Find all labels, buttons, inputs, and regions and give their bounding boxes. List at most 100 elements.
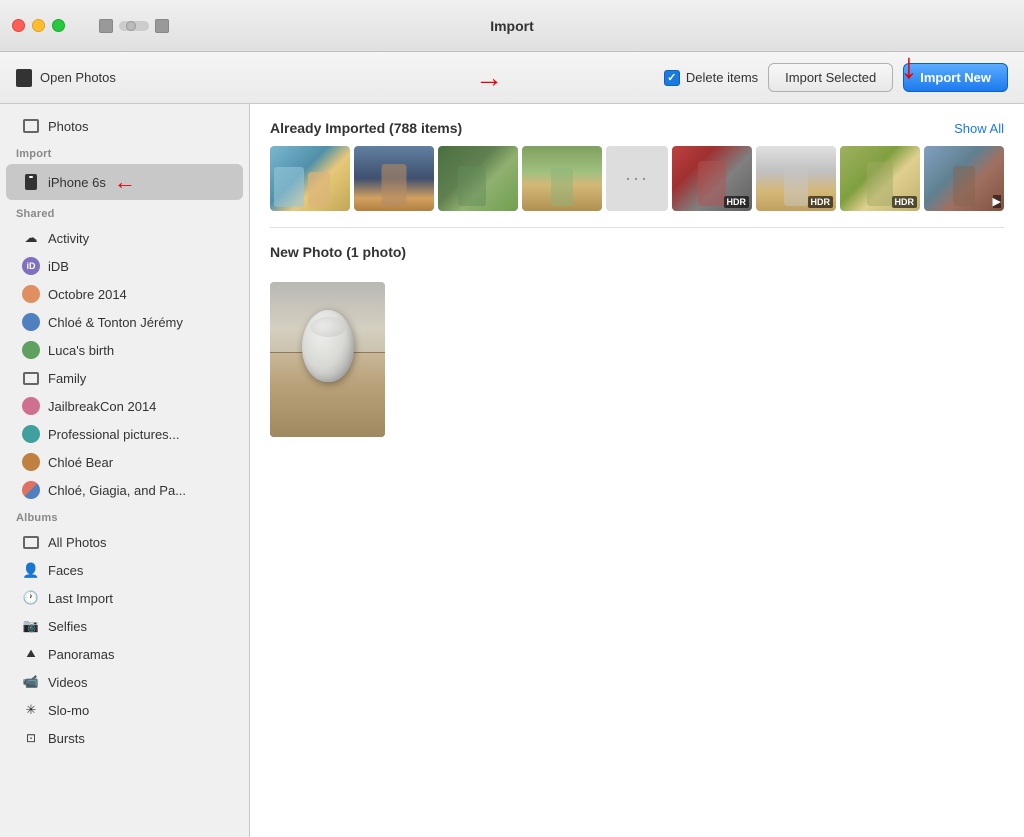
sidebar-item-chloe-bear[interactable]: Chloé Bear bbox=[6, 448, 243, 476]
sidebar-item-selfies[interactable]: 📷 Selfies bbox=[6, 612, 243, 640]
sidebar-item-jailbreakcon[interactable]: JailbreakCon 2014 bbox=[6, 392, 243, 420]
ellipsis-icon: ··· bbox=[625, 168, 649, 189]
sidebar-idb-label: iDB bbox=[48, 259, 69, 274]
content-area: Already Imported (788 items) Show All ··… bbox=[250, 104, 1024, 837]
sidebar-jailbreakcon-label: JailbreakCon 2014 bbox=[48, 399, 156, 414]
iphone-left-arrow-annotation: ← bbox=[114, 169, 136, 195]
new-photo-title: New Photo (1 photo) bbox=[270, 244, 406, 260]
sidebar-faces-label: Faces bbox=[48, 563, 83, 578]
sidebar-item-last-import[interactable]: 🕐 Last Import bbox=[6, 584, 243, 612]
professional-avatar bbox=[22, 425, 40, 443]
new-photo-thumb[interactable] bbox=[270, 282, 385, 437]
sidebar-item-all-photos[interactable]: All Photos bbox=[6, 528, 243, 556]
import-new-button[interactable]: Import New bbox=[903, 63, 1008, 92]
iphone-icon bbox=[22, 173, 40, 191]
photo-thumb-ellipsis: ··· bbox=[606, 146, 668, 211]
shared-section-label: Shared bbox=[0, 200, 249, 224]
videos-icon: 📹 bbox=[22, 673, 40, 691]
zoom-slider[interactable] bbox=[119, 21, 149, 31]
import-section-label: Import bbox=[0, 140, 249, 164]
sidebar-all-photos-label: All Photos bbox=[48, 535, 107, 550]
sidebar-item-activity[interactable]: ☁ Activity bbox=[6, 224, 243, 252]
maximize-button[interactable] bbox=[52, 19, 65, 32]
delete-items-container: Delete items bbox=[664, 70, 758, 86]
sidebar-item-bursts[interactable]: ⊡ Bursts bbox=[6, 724, 243, 752]
already-imported-header: Already Imported (788 items) Show All bbox=[250, 104, 1024, 146]
toolbar-left: Open Photos bbox=[16, 69, 116, 87]
bursts-icon: ⊡ bbox=[22, 729, 40, 747]
last-import-icon: 🕐 bbox=[22, 589, 40, 607]
sidebar-item-chloe-tonton[interactable]: Chloé & Tonton Jérémy bbox=[6, 308, 243, 336]
lucas-birth-avatar bbox=[22, 341, 40, 359]
sidebar-item-professional[interactable]: Professional pictures... bbox=[6, 420, 243, 448]
delete-items-label: Delete items bbox=[686, 70, 758, 85]
sidebar-toggle-icon[interactable] bbox=[99, 19, 113, 33]
sidebar-item-photos[interactable]: Photos bbox=[6, 112, 243, 140]
sidebar-bursts-label: Bursts bbox=[48, 731, 85, 746]
photo-thumb-5[interactable]: HDR bbox=[672, 146, 752, 211]
sidebar-activity-label: Activity bbox=[48, 231, 89, 246]
import-selected-button[interactable]: Import Selected bbox=[768, 63, 893, 92]
hdr-badge-7: HDR bbox=[892, 196, 918, 208]
sidebar-photos-label: Photos bbox=[48, 119, 88, 134]
sidebar-last-import-label: Last Import bbox=[48, 591, 113, 606]
delete-items-arrow-annotation: → bbox=[475, 62, 503, 94]
faces-icon: 👤 bbox=[22, 561, 40, 579]
photos-icon bbox=[22, 117, 40, 135]
sidebar-item-family[interactable]: Family bbox=[6, 364, 243, 392]
open-photos-label: Open Photos bbox=[40, 70, 116, 85]
sidebar-item-idb[interactable]: iD iDB bbox=[6, 252, 243, 280]
photo-thumb-4[interactable] bbox=[522, 146, 602, 211]
sidebar-iphone-label: iPhone 6s bbox=[48, 175, 106, 190]
toolbar-right: Delete items Import Selected Import New bbox=[664, 63, 1008, 92]
sidebar-panoramas-label: Panoramas bbox=[48, 647, 114, 662]
sidebar-item-lucas-birth[interactable]: Luca's birth bbox=[6, 336, 243, 364]
grid-view-icon[interactable] bbox=[155, 19, 169, 33]
sidebar-lucas-birth-label: Luca's birth bbox=[48, 343, 114, 358]
delete-items-checkbox[interactable] bbox=[664, 70, 680, 86]
photo-thumb-8[interactable]: ▶ bbox=[924, 146, 1004, 211]
cloud-icon: ☁ bbox=[22, 229, 40, 247]
photo-thumb-3[interactable] bbox=[438, 146, 518, 211]
zoom-controls bbox=[119, 21, 149, 31]
chloe-bear-avatar bbox=[22, 453, 40, 471]
slomo-icon: ✳ bbox=[22, 701, 40, 719]
photo-thumb-2[interactable] bbox=[354, 146, 434, 211]
chloe-tonton-avatar bbox=[22, 313, 40, 331]
traffic-lights bbox=[12, 19, 65, 32]
panoramas-icon: ⛰ bbox=[22, 645, 40, 663]
chloe-giagia-avatar bbox=[22, 481, 40, 499]
sidebar-family-label: Family bbox=[48, 371, 86, 386]
new-photo-section: New Photo (1 photo) bbox=[250, 228, 1024, 437]
sidebar-selfies-label: Selfies bbox=[48, 619, 87, 634]
selfies-icon: 📷 bbox=[22, 617, 40, 635]
jailbreakcon-avatar bbox=[22, 397, 40, 415]
hdr-badge-5: HDR bbox=[724, 196, 750, 208]
sidebar: Photos Import iPhone 6s ← Shared ☁ Activ… bbox=[0, 104, 250, 837]
sidebar-octobre-label: Octobre 2014 bbox=[48, 287, 127, 302]
photo-thumb-6[interactable]: HDR bbox=[756, 146, 836, 211]
window-title: Import bbox=[490, 18, 534, 34]
sidebar-professional-label: Professional pictures... bbox=[48, 427, 180, 442]
sidebar-slomo-label: Slo-mo bbox=[48, 703, 89, 718]
sidebar-item-octobre[interactable]: Octobre 2014 bbox=[6, 280, 243, 308]
photo-thumb-7[interactable]: HDR bbox=[840, 146, 920, 211]
new-photo-header: New Photo (1 photo) bbox=[270, 228, 1004, 282]
sidebar-item-slomo[interactable]: ✳ Slo-mo bbox=[6, 696, 243, 724]
show-all-button[interactable]: Show All bbox=[954, 121, 1004, 136]
all-photos-icon bbox=[22, 533, 40, 551]
phone-icon bbox=[16, 69, 32, 87]
sidebar-item-faces[interactable]: 👤 Faces bbox=[6, 556, 243, 584]
sidebar-item-panoramas[interactable]: ⛰ Panoramas bbox=[6, 640, 243, 668]
photo-strip: ··· HDR HDR HDR ▶ bbox=[250, 146, 1024, 227]
photo-thumb-1[interactable] bbox=[270, 146, 350, 211]
sidebar-item-chloe-giagia[interactable]: Chloé, Giagia, and Pa... bbox=[6, 476, 243, 504]
sidebar-chloe-bear-label: Chloé Bear bbox=[48, 455, 113, 470]
hdr-badge-6: HDR bbox=[808, 196, 834, 208]
already-imported-title: Already Imported (788 items) bbox=[270, 120, 462, 136]
minimize-button[interactable] bbox=[32, 19, 45, 32]
idb-avatar: iD bbox=[22, 257, 40, 275]
close-button[interactable] bbox=[12, 19, 25, 32]
sidebar-item-iphone[interactable]: iPhone 6s ← bbox=[6, 164, 243, 200]
sidebar-item-videos[interactable]: 📹 Videos bbox=[6, 668, 243, 696]
